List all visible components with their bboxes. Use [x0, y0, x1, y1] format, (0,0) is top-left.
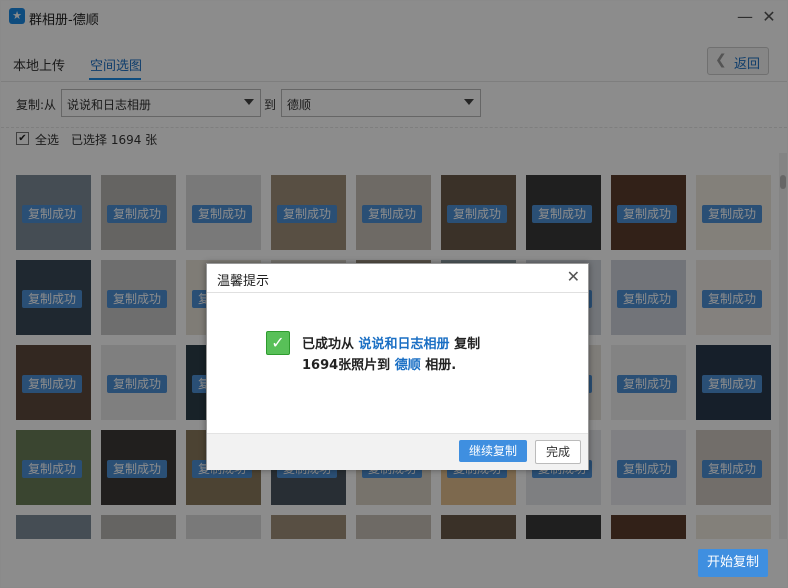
msg-count: 1694张照片到 [302, 358, 391, 373]
msg-copy: 复制 [454, 337, 481, 352]
msg-suffix: 相册. [425, 358, 457, 373]
dialog-footer: 继续复制 完成 [207, 433, 588, 470]
dialog-title-bar: 温馨提示 ✕ [207, 264, 588, 293]
checkmark-icon: ✓ [266, 331, 290, 355]
dialog-title: 温馨提示 [217, 274, 270, 289]
msg-prefix: 已成功从 [302, 337, 355, 352]
continue-copy-button[interactable]: 继续复制 [459, 440, 527, 462]
start-copy-button[interactable]: 开始复制 [698, 549, 768, 577]
success-dialog: 温馨提示 ✕ ✓ 已成功从 说说和日志相册 复制 1694张照片到 德顺 相册.… [206, 263, 589, 470]
dialog-message: 已成功从 说说和日志相册 复制 1694张照片到 德顺 相册. [302, 334, 480, 376]
dialog-close-button[interactable]: ✕ [567, 267, 580, 286]
done-button[interactable]: 完成 [535, 440, 581, 464]
msg-source-album: 说说和日志相册 [358, 337, 450, 352]
app-window: ★ 群相册-德顺 — ✕ 本地上传 空间选图 ❮ 返回 复制:从 说说和日志相册… [0, 0, 788, 588]
msg-target-album: 德顺 [394, 358, 421, 373]
